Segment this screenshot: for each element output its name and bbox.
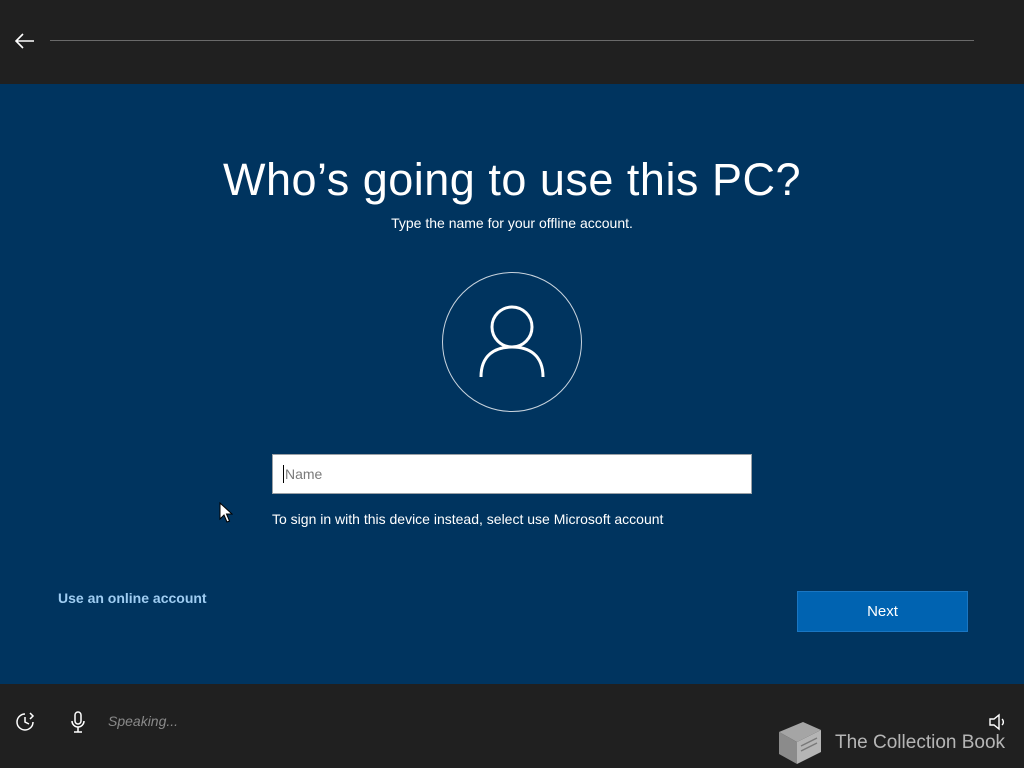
microphone-button[interactable] — [70, 711, 86, 733]
setup-panel: Who’s going to use this PC? Type the nam… — [0, 84, 1024, 684]
speaking-status: Speaking... — [108, 713, 179, 729]
page-title: Who’s going to use this PC? — [223, 154, 801, 205]
use-online-account-link[interactable]: Use an online account — [58, 590, 207, 606]
user-icon — [479, 305, 545, 378]
text-caret — [283, 465, 284, 483]
volume-button[interactable] — [988, 713, 1008, 731]
watermark-text: The Collection Book — [835, 732, 1006, 753]
page-subtitle: Type the name for your offline account. — [391, 215, 633, 231]
watermark: The Collection Book — [773, 718, 1013, 768]
mouse-pointer-icon — [219, 502, 233, 523]
ease-of-access-icon — [16, 712, 35, 731]
sign-in-hint: To sign in with this device instead, sel… — [272, 511, 664, 527]
back-button[interactable] — [10, 28, 40, 54]
back-arrow-icon — [15, 33, 34, 49]
avatar — [442, 272, 582, 412]
bottom-bar: Speaking... The Collection Book — [0, 684, 1024, 768]
top-bar — [0, 0, 1024, 84]
name-input[interactable] — [272, 454, 752, 494]
next-button[interactable]: Next — [797, 591, 968, 632]
volume-icon — [989, 713, 1004, 731]
ease-of-access-button[interactable] — [14, 711, 36, 733]
microphone-icon — [71, 711, 85, 733]
progress-line — [50, 40, 974, 41]
book-icon — [779, 722, 821, 764]
